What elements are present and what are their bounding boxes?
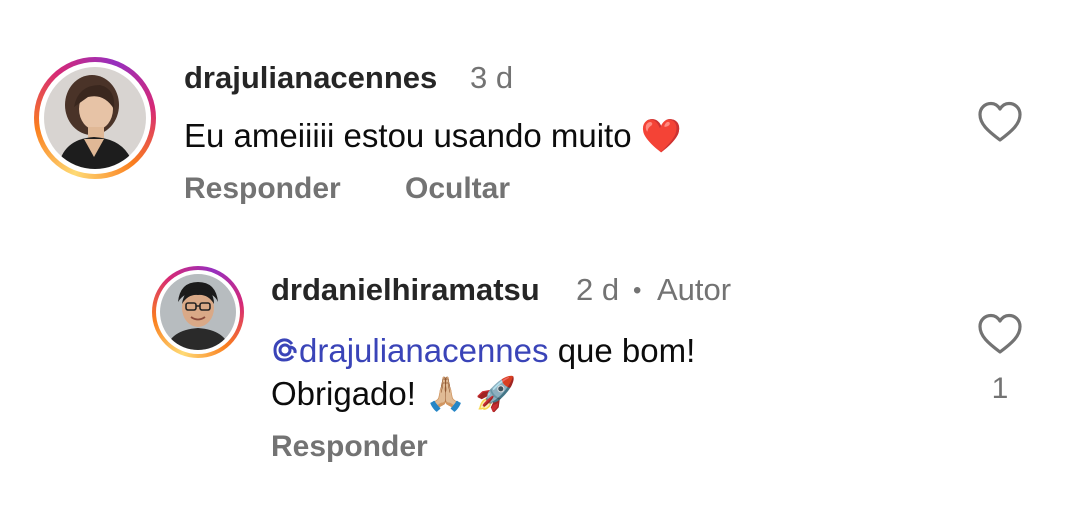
reply-button[interactable]: Responder	[184, 172, 341, 206]
comment-username[interactable]: drajulianacennes	[184, 60, 437, 96]
rocket-emoji-icon: 🚀	[475, 374, 517, 413]
separator-dot: •	[633, 277, 642, 304]
like-heart-icon[interactable]	[976, 100, 1024, 144]
author-badge: Autor	[657, 272, 732, 307]
reply-button[interactable]: Responder	[271, 430, 428, 464]
comment-timestamp: 3 d	[470, 60, 514, 95]
like-count: 1	[991, 372, 1009, 405]
mention-link[interactable]: drajulianacennes	[271, 332, 558, 369]
reply-text-line-2: Obrigado! 🙏🏼 🚀	[271, 372, 516, 415]
praying-hands-emoji-icon: 🙏🏼	[425, 374, 467, 413]
like-heart-icon[interactable]	[976, 312, 1024, 356]
hide-button[interactable]: Ocultar	[405, 172, 510, 206]
threads-at-icon	[271, 332, 299, 362]
reply-username[interactable]: drdanielhiramatsu	[271, 272, 540, 308]
reply-text-thanks: Obrigado!	[271, 375, 416, 412]
profile-photo	[160, 274, 236, 350]
avatar-drdanielhiramatsu[interactable]	[152, 266, 244, 358]
comment-text: Eu ameiiiii estou usando muito ❤️	[184, 114, 682, 157]
reply-text-line-1: drajulianacennes que bom!	[271, 329, 695, 372]
red-heart-emoji-icon: ❤️	[640, 116, 682, 155]
reply-text-rest: que bom!	[557, 332, 696, 369]
comment-text-body: Eu ameiiiii estou usando muito	[184, 117, 632, 154]
avatar-drajulianacennes[interactable]	[34, 57, 156, 179]
profile-photo	[44, 67, 146, 169]
mention-username[interactable]: drajulianacennes	[299, 332, 549, 369]
reply-timestamp: 2 d	[576, 272, 620, 307]
comments-thread: drajulianacennes 3 d Eu ameiiiii estou u…	[0, 0, 1080, 527]
